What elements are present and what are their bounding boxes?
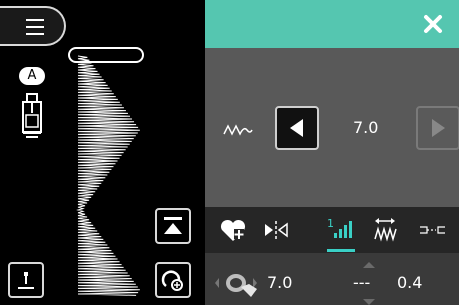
needle-position-icon [18,272,34,289]
svg-text:1: 1 [327,217,334,230]
tool-tabs: 1 [205,207,459,253]
stitch-tools-bar: 1 7.0 --- 0.4 [205,207,459,305]
restart-pattern-button[interactable] [155,262,191,298]
restart-pattern-icon [161,270,183,291]
balance-value: 7.0 [267,273,293,292]
chevron-down-icon[interactable] [357,299,381,305]
stitch-pattern-preview [76,55,140,296]
stitch-length-row: 7.0 [205,106,459,156]
stitch-preview-pane: A [0,0,205,305]
heart-plus-icon[interactable] [217,215,249,245]
sewing-machine-screen: A 7.0 1 7.0 --- 0.4 [0,0,459,305]
arrow-left-icon [290,119,303,137]
mirror-icon[interactable] [260,215,292,245]
decrease-button[interactable] [275,106,319,150]
close-icon[interactable] [419,10,447,38]
balance-dial-icon[interactable] [213,267,265,301]
hamburger-menu-icon-bar [26,26,44,28]
secondary-value: 0.4 [397,273,423,292]
menu-button[interactable] [0,6,66,46]
stitch-width-icon[interactable] [369,215,401,245]
needle-position-button[interactable] [8,262,44,298]
adjust-row: 7.0 --- 0.4 [205,261,459,305]
active-tab-indicator [327,249,355,252]
hamburger-menu-icon [26,19,44,21]
stitch-settings-panel: 7.0 1 7.0 --- 0.4 [205,0,459,305]
hamburger-menu-icon-bar [26,33,44,35]
zigzag-wave-icon [223,124,253,136]
chevron-up-icon[interactable] [357,261,381,269]
stitch-length-value: 7.0 [353,118,379,137]
arrow-right-icon [432,119,445,137]
panel-header [205,0,459,48]
tie-off-icon[interactable] [417,215,449,245]
move-to-top-button[interactable] [155,208,191,244]
increase-button[interactable] [416,106,459,150]
stitch-mode-badge: A [19,67,45,85]
bar-level-icon[interactable]: 1 [325,215,357,245]
middle-value: --- [353,273,371,292]
move-to-top-icon [164,217,182,234]
presser-foot-icon [22,93,42,138]
